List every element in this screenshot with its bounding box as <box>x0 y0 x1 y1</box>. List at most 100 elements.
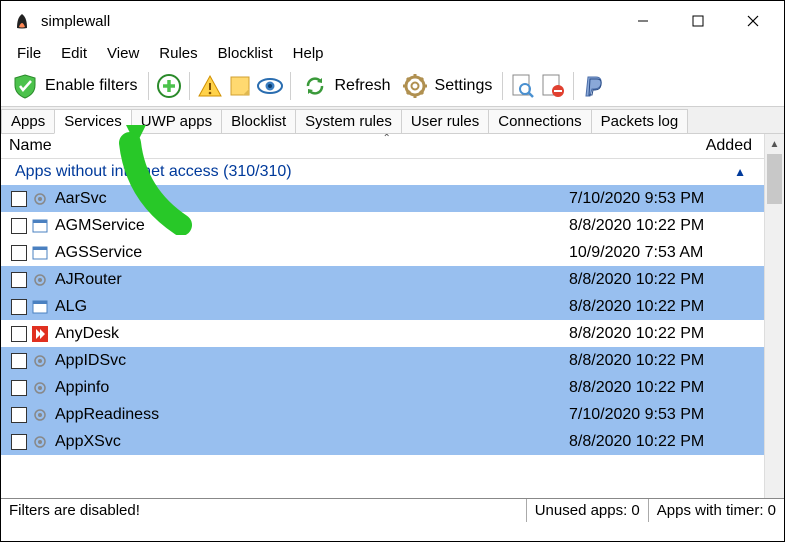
gear-icon <box>401 72 429 100</box>
column-added[interactable]: Added <box>569 134 764 158</box>
service-icon <box>31 379 49 397</box>
shield-check-icon <box>11 72 39 100</box>
checkbox[interactable] <box>11 218 27 234</box>
services-list: Name ⌃ Added Apps without internet acces… <box>1 134 764 498</box>
menu-edit[interactable]: Edit <box>51 43 97 64</box>
service-added-date: 8/8/2020 10:22 PM <box>569 325 764 343</box>
enable-filters-label: Enable filters <box>45 77 138 95</box>
group-header-label: Apps without internet access (310/310) <box>15 163 292 181</box>
tab-apps[interactable]: Apps <box>1 109 55 133</box>
tab-uwp-apps[interactable]: UWP apps <box>131 109 222 133</box>
note-icon[interactable] <box>226 72 254 100</box>
menubar: File Edit View Rules Blocklist Help <box>1 41 784 68</box>
service-added-date: 10/9/2020 7:53 AM <box>569 244 764 262</box>
service-icon <box>31 298 49 316</box>
tab-system-rules[interactable]: System rules <box>295 109 402 133</box>
separator <box>290 72 291 100</box>
service-icon <box>31 244 49 262</box>
menu-help[interactable]: Help <box>283 43 334 64</box>
checkbox[interactable] <box>11 434 27 450</box>
checkbox[interactable] <box>11 299 27 315</box>
menu-view[interactable]: View <box>97 43 149 64</box>
service-name: Appinfo <box>55 379 569 397</box>
service-icon <box>31 271 49 289</box>
tab-user-rules[interactable]: User rules <box>401 109 489 133</box>
checkbox[interactable] <box>11 245 27 261</box>
search-log-icon[interactable] <box>509 72 537 100</box>
service-added-date: 8/8/2020 10:22 PM <box>569 271 764 289</box>
table-row[interactable]: AGSService10/9/2020 7:53 AM <box>1 239 764 266</box>
menu-file[interactable]: File <box>7 43 51 64</box>
titlebar: simplewall <box>1 1 784 41</box>
tab-connections[interactable]: Connections <box>488 109 591 133</box>
table-row[interactable]: Appinfo8/8/2020 10:22 PM <box>1 374 764 401</box>
tab-blocklist[interactable]: Blocklist <box>221 109 296 133</box>
service-name: AnyDesk <box>55 325 569 343</box>
checkbox[interactable] <box>11 326 27 342</box>
checkbox[interactable] <box>11 380 27 396</box>
service-added-date: 7/10/2020 9:53 PM <box>569 406 764 424</box>
menu-blocklist[interactable]: Blocklist <box>208 43 283 64</box>
service-added-date: 8/8/2020 10:22 PM <box>569 379 764 397</box>
service-icon <box>31 190 49 208</box>
service-icon <box>31 406 49 424</box>
table-row[interactable]: AnyDesk8/8/2020 10:22 PM <box>1 320 764 347</box>
status-apps-with-timer: Apps with timer: 0 <box>649 499 784 522</box>
separator <box>573 72 574 100</box>
sort-indicator-icon: ⌃ <box>383 134 391 144</box>
status-bar: Filters are disabled! Unused apps: 0 App… <box>1 498 784 522</box>
checkbox[interactable] <box>11 353 27 369</box>
service-icon <box>31 352 49 370</box>
service-name: AGMService <box>55 217 569 235</box>
service-name: AJRouter <box>55 271 569 289</box>
eye-icon[interactable] <box>256 72 284 100</box>
minimize-button[interactable] <box>615 1 670 41</box>
service-icon <box>31 325 49 343</box>
close-button[interactable] <box>725 1 780 41</box>
separator <box>148 72 149 100</box>
status-unused-apps: Unused apps: 0 <box>527 499 649 522</box>
service-name: AGSService <box>55 244 569 262</box>
clear-log-icon[interactable] <box>539 72 567 100</box>
status-message: Filters are disabled! <box>1 499 527 522</box>
add-icon[interactable] <box>155 72 183 100</box>
checkbox[interactable] <box>11 407 27 423</box>
table-row[interactable]: AGMService8/8/2020 10:22 PM <box>1 212 764 239</box>
table-row[interactable]: AarSvc7/10/2020 9:53 PM <box>1 185 764 212</box>
tab-bar: Apps Services UWP apps Blocklist System … <box>1 107 784 134</box>
column-name[interactable]: Name <box>1 134 569 158</box>
table-row[interactable]: AppReadiness7/10/2020 9:53 PM <box>1 401 764 428</box>
service-added-date: 8/8/2020 10:22 PM <box>569 217 764 235</box>
app-icon <box>13 12 31 30</box>
tab-packets-log[interactable]: Packets log <box>591 109 689 133</box>
vertical-scrollbar[interactable]: ▲ <box>764 134 784 498</box>
scroll-thumb[interactable] <box>767 154 782 204</box>
service-added-date: 7/10/2020 9:53 PM <box>569 190 764 208</box>
maximize-button[interactable] <box>670 1 725 41</box>
service-icon <box>31 217 49 235</box>
window-title: simplewall <box>41 13 615 30</box>
warning-icon[interactable] <box>196 72 224 100</box>
table-row[interactable]: AJRouter8/8/2020 10:22 PM <box>1 266 764 293</box>
enable-filters-button[interactable]: Enable filters <box>7 70 142 102</box>
table-row[interactable]: ALG8/8/2020 10:22 PM <box>1 293 764 320</box>
scroll-up-button[interactable]: ▲ <box>765 134 784 154</box>
service-added-date: 8/8/2020 10:22 PM <box>569 433 764 451</box>
service-added-date: 8/8/2020 10:22 PM <box>569 352 764 370</box>
service-added-date: 8/8/2020 10:22 PM <box>569 298 764 316</box>
tab-services[interactable]: Services <box>54 109 132 134</box>
checkbox[interactable] <box>11 272 27 288</box>
table-row[interactable]: AppIDSvc8/8/2020 10:22 PM <box>1 347 764 374</box>
menu-rules[interactable]: Rules <box>149 43 207 64</box>
service-name: AarSvc <box>55 190 569 208</box>
toolbar: Enable filters Refresh Settings <box>1 68 784 107</box>
service-name: AppIDSvc <box>55 352 569 370</box>
paypal-icon[interactable] <box>580 72 608 100</box>
service-name: AppReadiness <box>55 406 569 424</box>
settings-button[interactable]: Settings <box>397 70 497 102</box>
refresh-button[interactable]: Refresh <box>297 70 395 102</box>
table-row[interactable]: AppXSvc8/8/2020 10:22 PM <box>1 428 764 455</box>
collapse-icon: ▲ <box>734 165 746 179</box>
checkbox[interactable] <box>11 191 27 207</box>
group-header[interactable]: Apps without internet access (310/310) ▲ <box>1 159 764 185</box>
